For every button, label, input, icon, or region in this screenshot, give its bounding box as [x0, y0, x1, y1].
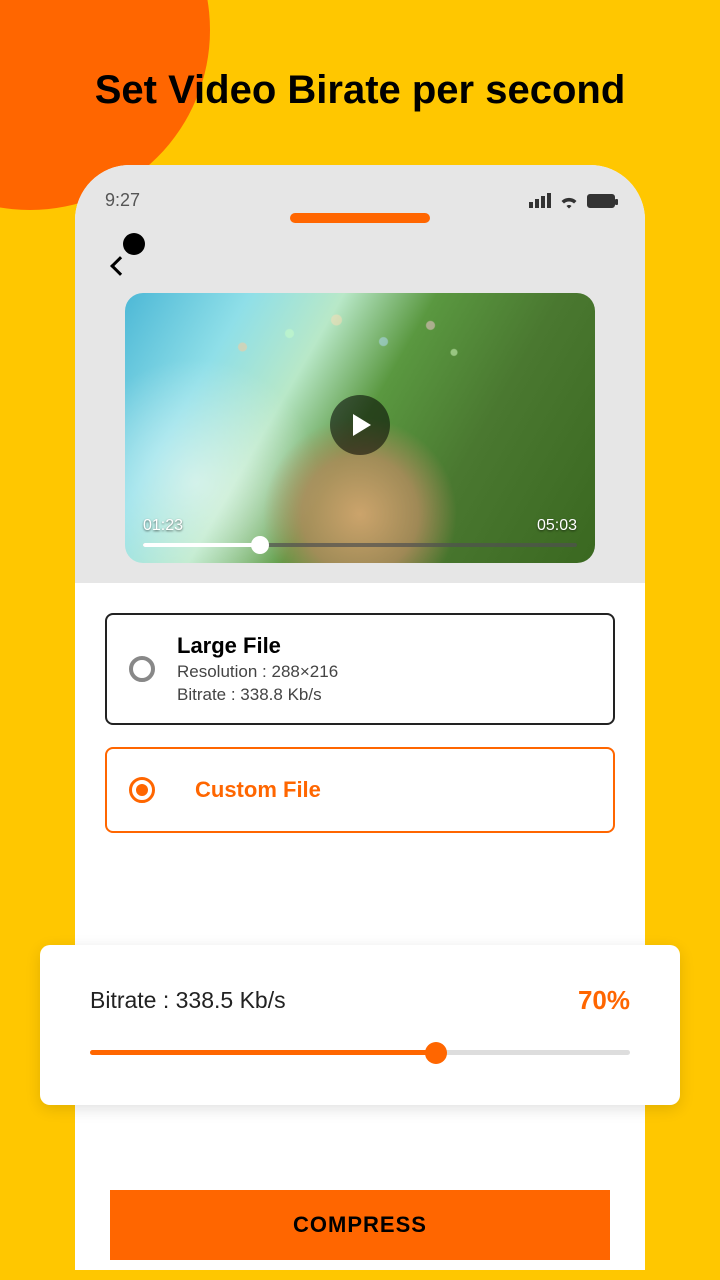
bitrate-label: Bitrate : 338.5 Kb/s [90, 987, 286, 1014]
compress-button-label: COMPRESS [293, 1212, 427, 1238]
video-duration: 05:03 [537, 517, 577, 535]
video-progress-thumb[interactable] [251, 536, 269, 554]
option-large-title: Large File [177, 633, 338, 659]
top-indicator [290, 213, 430, 223]
camera-dot [123, 233, 145, 255]
status-time: 9:27 [105, 190, 140, 211]
video-progress-slider[interactable] [143, 543, 577, 547]
video-preview[interactable]: 01:23 05:03 [125, 293, 595, 563]
option-custom-file[interactable]: Custom File [105, 747, 615, 833]
page-title: Set Video Birate per second [0, 0, 720, 113]
compress-button[interactable]: COMPRESS [110, 1190, 610, 1260]
battery-icon [587, 194, 615, 208]
option-large-file[interactable]: Large File Resolution : 288×216 Bitrate … [105, 613, 615, 725]
signal-icon [529, 193, 551, 208]
option-large-resolution: Resolution : 288×216 [177, 662, 338, 682]
option-custom-title: Custom File [195, 777, 321, 803]
bitrate-slider-thumb[interactable] [425, 1042, 447, 1064]
status-area: 9:27 01:23 05:03 [75, 165, 645, 583]
bitrate-percent: 70% [578, 985, 630, 1016]
option-large-bitrate: Bitrate : 338.8 Kb/s [177, 685, 338, 705]
back-icon[interactable] [110, 256, 130, 276]
bitrate-slider[interactable] [90, 1050, 630, 1055]
video-controls: 01:23 05:03 [143, 517, 577, 547]
options-area: Large File Resolution : 288×216 Bitrate … [75, 583, 645, 833]
play-button[interactable] [330, 395, 390, 455]
status-bar: 9:27 [105, 190, 615, 211]
radio-off-icon[interactable] [129, 656, 155, 682]
radio-on-icon[interactable] [129, 777, 155, 803]
video-current-time: 01:23 [143, 517, 183, 535]
wifi-icon [559, 193, 579, 209]
bitrate-panel: Bitrate : 338.5 Kb/s 70% [40, 945, 680, 1105]
